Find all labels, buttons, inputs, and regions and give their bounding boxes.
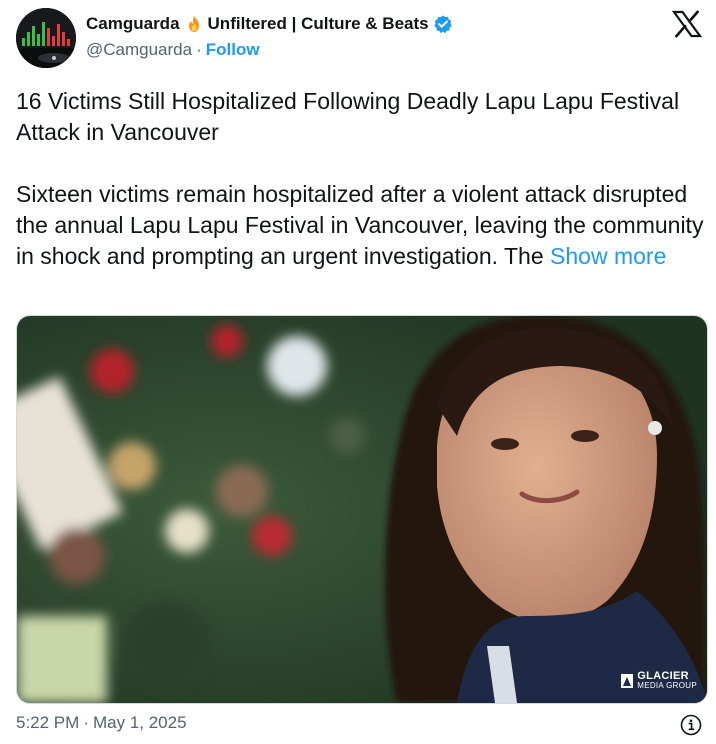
- author-name[interactable]: Camguarda Unfiltered | Culture & Beats: [86, 14, 453, 34]
- author-handle[interactable]: @Camguarda: [86, 40, 192, 59]
- info-icon[interactable]: [680, 714, 702, 741]
- tweet-headline: 16 Victims Still Hospitalized Following …: [16, 88, 680, 145]
- fire-icon: [185, 15, 203, 33]
- photo-illustration: [17, 316, 707, 703]
- show-more-link[interactable]: Show more: [550, 243, 666, 269]
- timestamp-date[interactable]: May 1, 2025: [93, 713, 187, 732]
- avatar[interactable]: [16, 8, 76, 68]
- follow-button[interactable]: Follow: [206, 40, 260, 59]
- timestamp-time[interactable]: 5:22 PM: [16, 713, 79, 732]
- tweet-image[interactable]: GLACIER MEDIA GROUP: [16, 315, 708, 704]
- author-handle-row: @Camguarda · Follow: [86, 40, 260, 60]
- x-logo-icon[interactable]: [671, 10, 703, 43]
- tweet-embed: Camguarda Unfiltered | Culture & Beats @…: [0, 0, 716, 744]
- tweet-body: Sixteen victims remain hospitalized afte…: [16, 179, 706, 272]
- verified-badge-icon: [433, 14, 453, 34]
- glacier-logo-icon: [621, 674, 634, 688]
- author-name-part1[interactable]: Camguarda: [86, 14, 180, 34]
- watermark-line1: GLACIER: [637, 670, 689, 682]
- tweet-text: 16 Victims Still Hospitalized Following …: [16, 86, 706, 272]
- separator-dot: ·: [83, 713, 89, 732]
- author-name-part2[interactable]: Unfiltered | Culture & Beats: [208, 14, 429, 34]
- tweet-timestamp[interactable]: 5:22 PM · May 1, 2025: [16, 713, 187, 733]
- separator-dot: ·: [196, 40, 202, 59]
- glacier-media-watermark: GLACIER MEDIA GROUP: [621, 671, 697, 691]
- watermark-line2: MEDIA GROUP: [637, 681, 697, 690]
